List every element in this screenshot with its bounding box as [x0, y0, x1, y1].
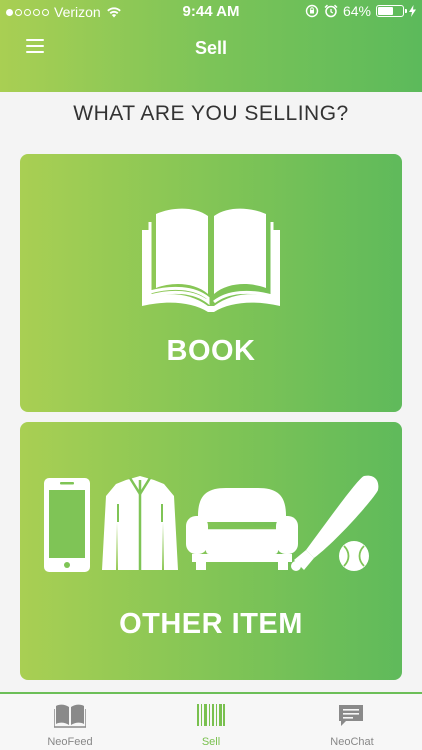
signal-dots — [6, 8, 49, 16]
tab-sell[interactable]: Sell — [141, 694, 281, 750]
carrier-name: Verizon — [54, 4, 101, 20]
page-title: Sell — [194, 38, 228, 58]
battery-icon — [376, 5, 407, 17]
tab-neofeed[interactable]: NeoFeed — [0, 694, 140, 750]
nav-bar: Sell — [0, 24, 422, 68]
barcode-icon — [197, 704, 225, 726]
status-left: Verizon — [6, 4, 122, 20]
tab-neochat[interactable]: NeoChat — [282, 694, 422, 750]
sell-other-item-card[interactable]: OTHER ITEM — [20, 422, 402, 680]
signal-dot — [6, 8, 13, 16]
open-book-icon — [142, 208, 280, 312]
jacket-icon — [102, 476, 178, 570]
status-bar: Verizon 9:44 AM 64% — [0, 0, 422, 24]
tab-label: NeoFeed — [47, 736, 93, 748]
chat-icon — [339, 705, 363, 726]
app-header: Verizon 9:44 AM 64% Sell — [0, 0, 422, 92]
signal-dot — [42, 8, 49, 16]
charging-bolt-icon — [409, 5, 416, 17]
tab-bar: NeoFeed Sell NeoChat — [0, 692, 422, 750]
book-label: BOOK — [166, 335, 256, 367]
status-right: 64% — [305, 3, 416, 19]
baseball-icon — [339, 541, 369, 571]
book-icon — [54, 704, 86, 728]
smartphone-icon — [44, 478, 90, 572]
selling-prompt: WHAT ARE YOU SELLING? — [73, 102, 349, 125]
item-icons-group — [44, 475, 379, 572]
battery-percent: 64% — [342, 3, 371, 19]
wifi-icon — [106, 7, 121, 18]
signal-dot — [15, 8, 22, 16]
signal-dot — [24, 8, 31, 16]
couch-icon — [186, 488, 298, 570]
sell-book-card[interactable]: BOOK — [20, 154, 402, 412]
rotation-lock-icon — [305, 4, 319, 18]
battery-fill — [378, 7, 394, 15]
tab-label: Sell — [201, 736, 221, 748]
signal-dot — [33, 8, 40, 16]
alarm-icon — [324, 4, 338, 18]
tab-label: NeoChat — [330, 736, 374, 748]
other-item-label: OTHER ITEM — [119, 608, 303, 640]
